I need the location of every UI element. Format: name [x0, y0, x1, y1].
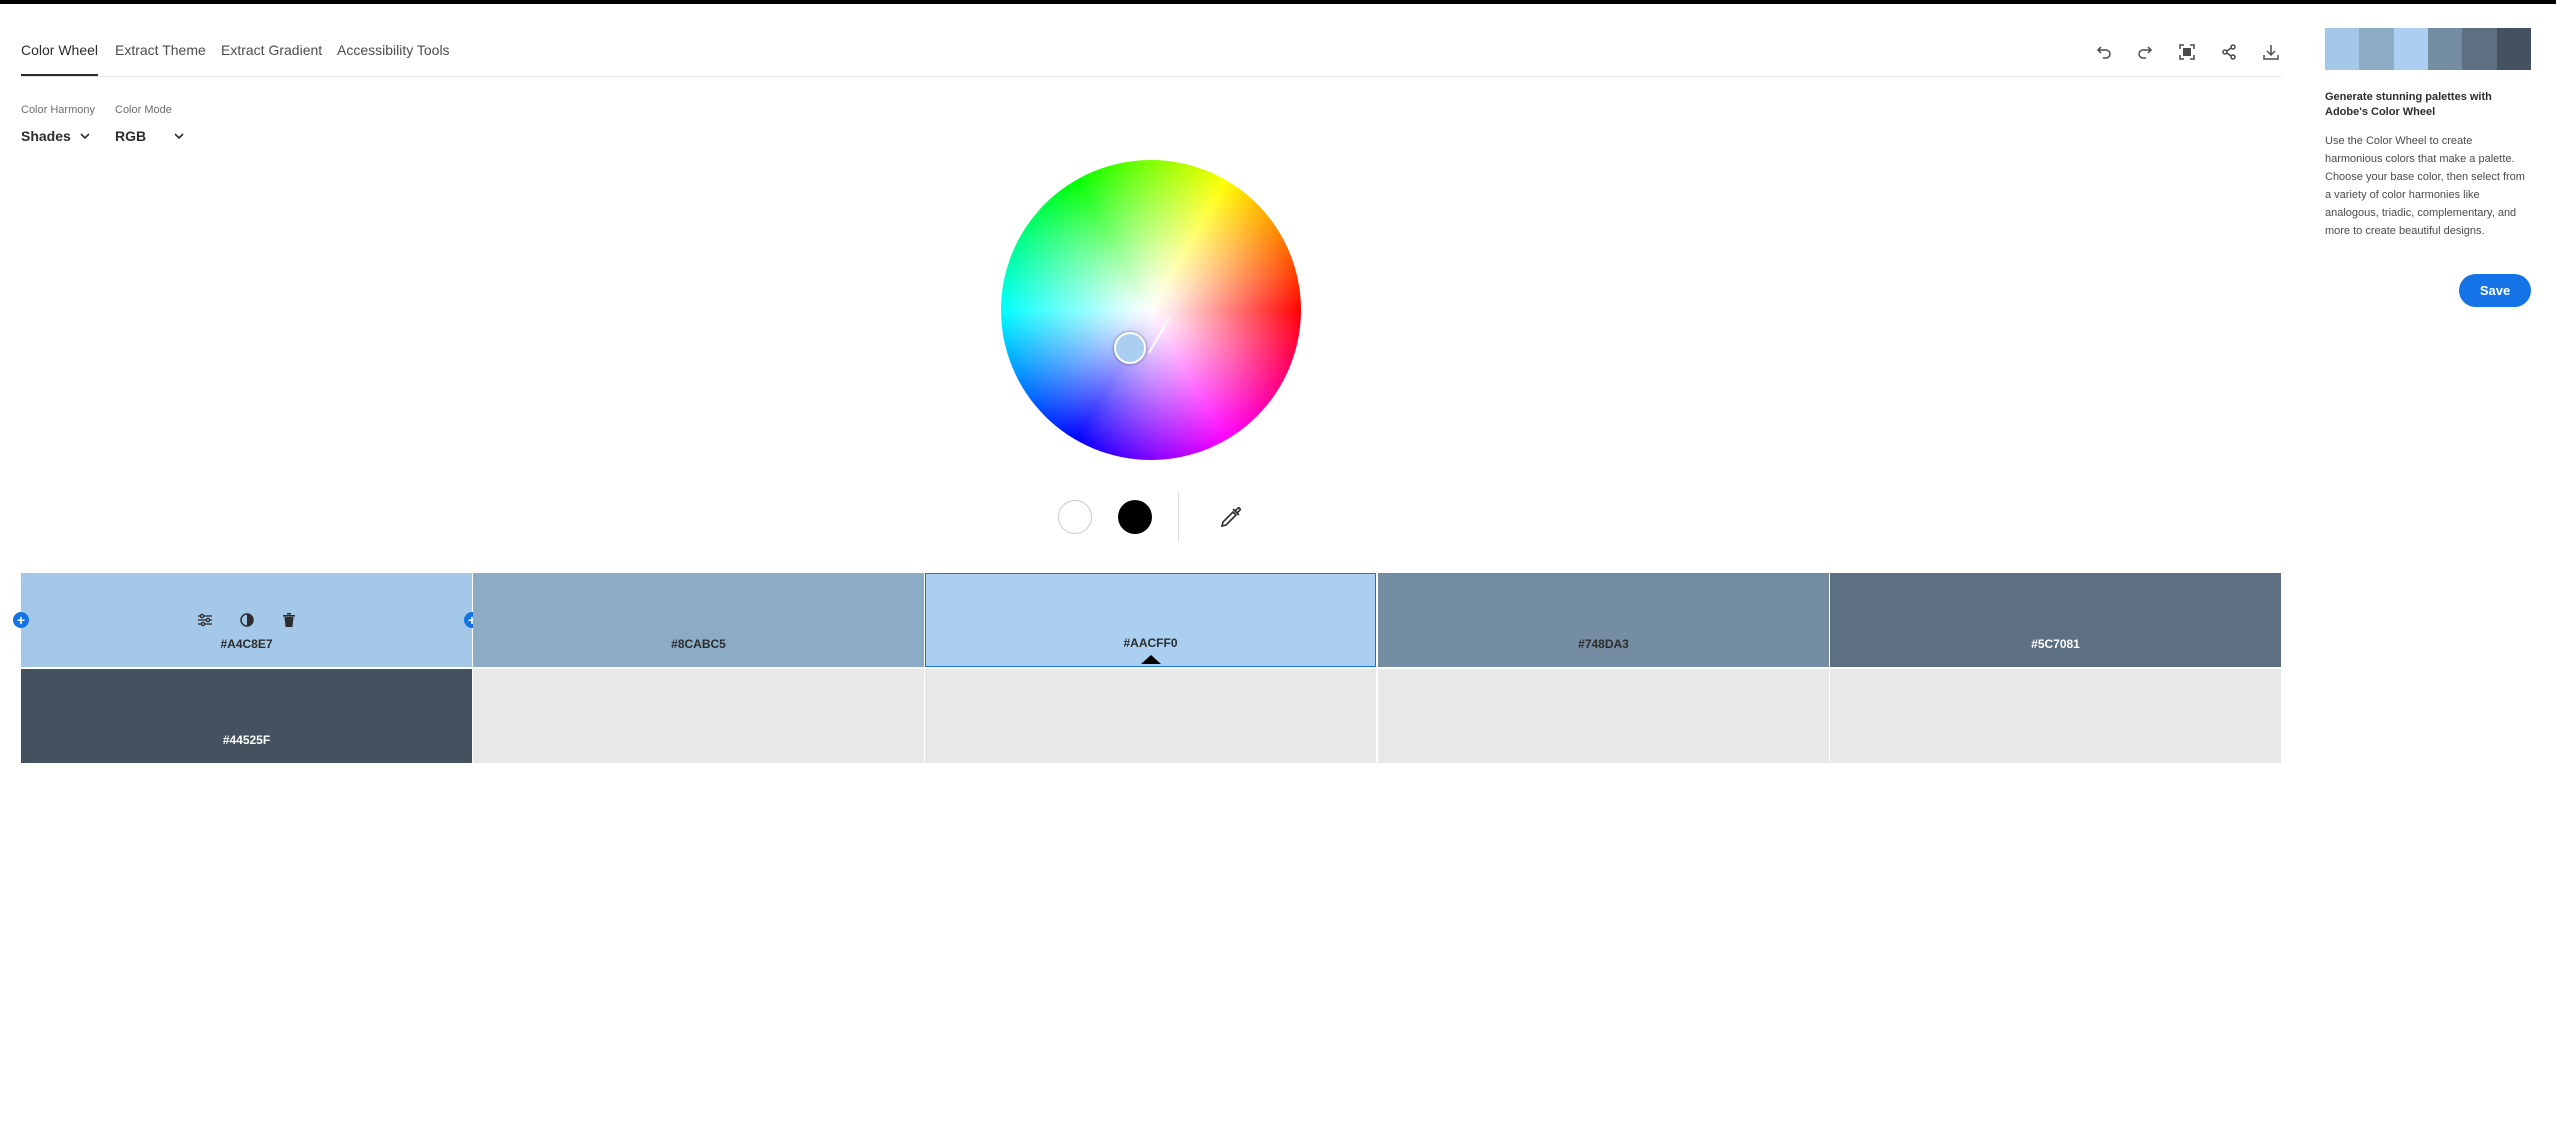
swatch-hex-label[interactable]: #748DA3: [1578, 637, 1629, 651]
delete-trash-icon[interactable]: [280, 611, 298, 629]
swatch-hex-label[interactable]: #AACFF0: [1123, 636, 1177, 650]
color-mode-dropdown[interactable]: RGB: [115, 128, 185, 144]
preview-chip: [2462, 28, 2497, 70]
swatch-hex-label[interactable]: #A4C8E7: [220, 637, 272, 651]
preview-chip: [2393, 28, 2428, 70]
adjust-sliders-icon[interactable]: [196, 611, 214, 629]
tab-accessibility-tools[interactable]: Accessibility Tools: [337, 42, 450, 74]
selected-swatch-caret-icon: [1140, 655, 1161, 664]
swatch-hex-label[interactable]: #8CABC5: [671, 637, 726, 651]
download-icon[interactable]: [2259, 40, 2283, 64]
swatch-hex-label[interactable]: #5C7081: [2031, 637, 2080, 651]
black-swatch-button[interactable]: [1118, 500, 1152, 534]
empty-swatch-slot: [473, 669, 924, 763]
palette-swatch-6[interactable]: #44525F: [21, 669, 472, 763]
divider: [1178, 492, 1179, 542]
color-mode-label: Color Mode: [115, 104, 172, 116]
white-swatch-button[interactable]: [1058, 500, 1092, 534]
contrast-icon[interactable]: [238, 611, 256, 629]
chevron-down-icon: [174, 133, 184, 140]
side-panel: Generate stunning palettes with Adobe's …: [2325, 28, 2531, 307]
undo-icon[interactable]: [2092, 40, 2116, 64]
palette-swatch-1[interactable]: #A4C8E7: [21, 573, 472, 667]
preview-chip: [2496, 28, 2531, 70]
color-mode-value: RGB: [115, 128, 147, 144]
preview-chip: [2325, 28, 2360, 70]
preview-chip: [2427, 28, 2463, 70]
color-harmony-label: Color Harmony: [21, 104, 95, 116]
side-panel-title: Generate stunning palettes with Adobe's …: [2325, 91, 2492, 118]
empty-swatch-slot: [1830, 669, 2281, 763]
palette-preview-strip: [2325, 28, 2531, 70]
palette-swatch-5[interactable]: #5C7081: [1830, 573, 2281, 667]
swatch-tools: [21, 611, 472, 629]
chevron-down-icon: [80, 133, 90, 140]
add-swatch-left-icon[interactable]: +: [13, 612, 29, 628]
color-harmony-dropdown[interactable]: Shades: [21, 128, 91, 144]
tab-extract-theme[interactable]: Extract Theme: [115, 42, 206, 74]
main-area: Color Wheel Extract Theme Extract Gradie…: [13, 4, 2281, 1146]
fullscreen-icon[interactable]: [2175, 40, 2199, 64]
share-icon[interactable]: [2217, 40, 2241, 64]
palette-swatch-3-selected[interactable]: #AACFF0: [925, 573, 1376, 667]
palette-swatch-4[interactable]: #748DA3: [1378, 573, 1829, 667]
tab-extract-gradient[interactable]: Extract Gradient: [221, 42, 322, 74]
tab-color-wheel[interactable]: Color Wheel: [21, 42, 99, 76]
save-button[interactable]: Save: [2459, 274, 2531, 307]
preview-chip: [2359, 28, 2394, 70]
empty-swatch-slot: [1378, 669, 1829, 763]
eyedropper-icon[interactable]: [1218, 504, 1244, 530]
wheel-base-color-handle[interactable]: [1114, 332, 1146, 364]
side-panel-description: Use the Color Wheel to create harmonious…: [2325, 135, 2525, 237]
palette-swatch-2[interactable]: #8CABC5: [473, 573, 924, 667]
color-harmony-value: Shades: [21, 128, 71, 144]
color-wheel[interactable]: [1001, 160, 1301, 460]
empty-swatch-slot: [925, 669, 1376, 763]
redo-icon[interactable]: [2133, 40, 2157, 64]
swatch-hex-label[interactable]: #44525F: [223, 733, 270, 747]
tab-bar: Color Wheel Extract Theme Extract Gradie…: [21, 4, 2281, 77]
